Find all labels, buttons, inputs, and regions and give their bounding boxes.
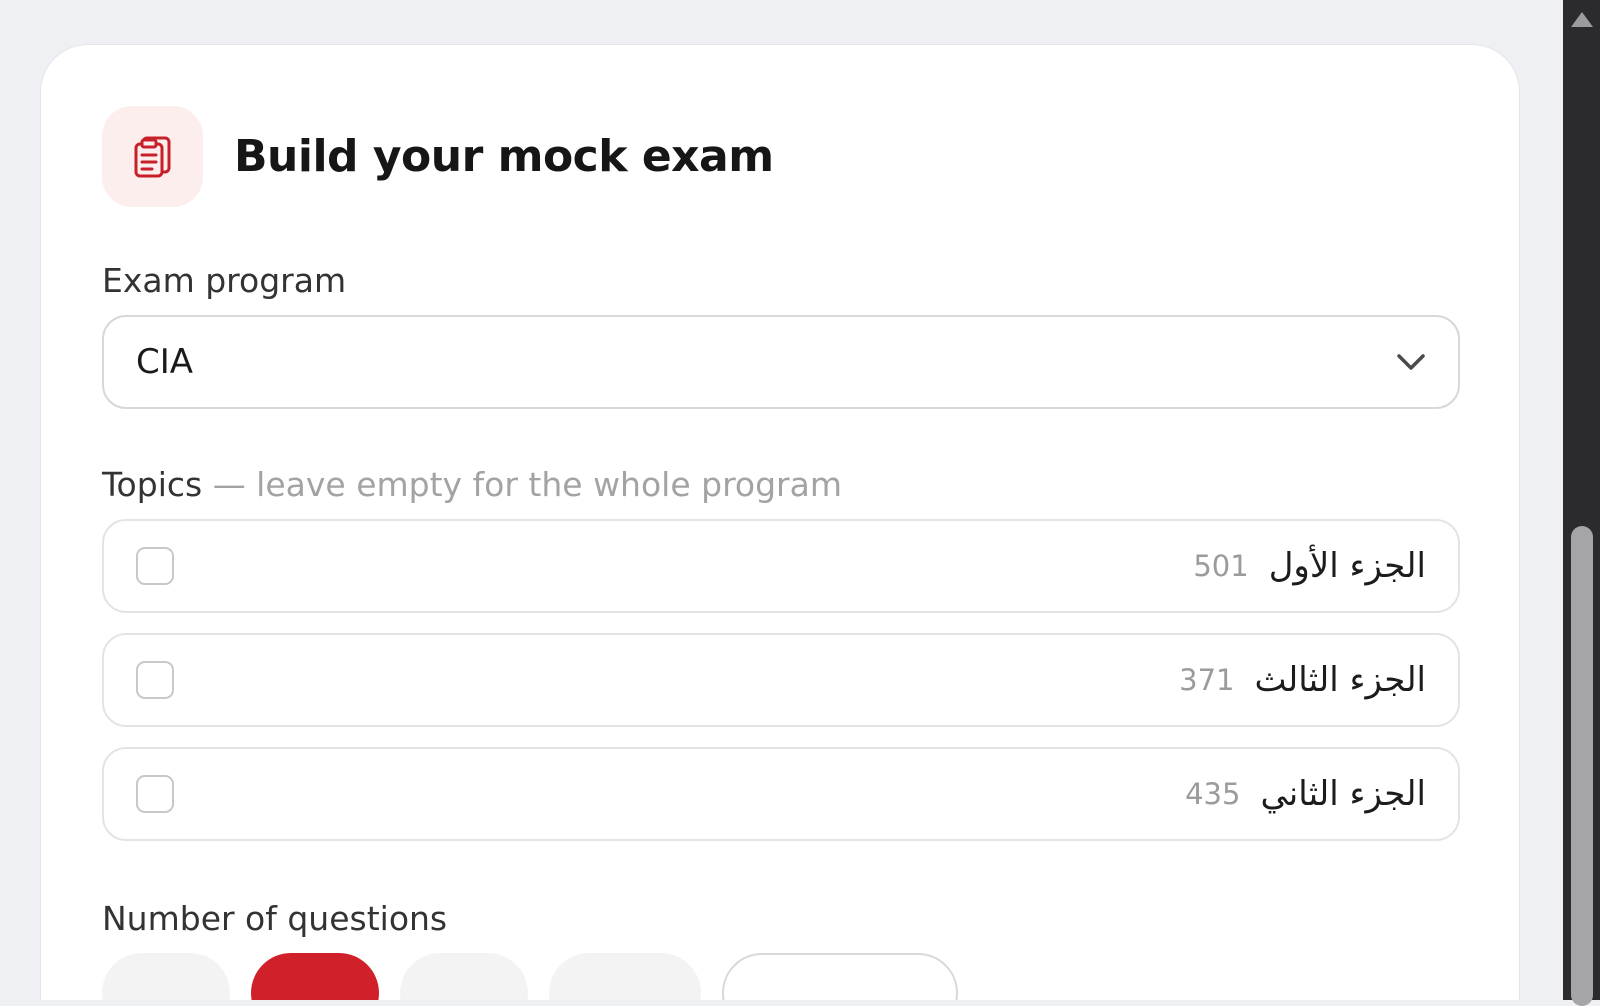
scroll-up-arrow-icon[interactable] — [1571, 12, 1593, 27]
mock-exam-card: Build your mock exam Exam program CIA To… — [40, 44, 1520, 1000]
page-title: Build your mock exam — [234, 131, 774, 182]
topic-option[interactable]: الجزء الثالث 371 — [102, 633, 1460, 727]
topic-info: الجزء الثالث 371 — [1179, 660, 1426, 700]
topic-name: الجزء الثاني — [1260, 774, 1426, 814]
topic-checkbox[interactable] — [136, 547, 174, 585]
vertical-scrollbar[interactable] — [1563, 0, 1600, 1006]
topic-option[interactable]: الجزء الأول 501 — [102, 519, 1460, 613]
question-count-option-selected[interactable] — [251, 953, 379, 1000]
exam-program-select[interactable]: CIA — [102, 315, 1460, 409]
topics-label-text: Topics — [102, 465, 203, 504]
question-count-label: Number of questions — [102, 899, 448, 938]
card-header: Build your mock exam — [102, 106, 774, 207]
topic-name: الجزء الأول — [1268, 546, 1426, 586]
header-icon-badge — [102, 106, 203, 207]
question-count-option[interactable] — [102, 953, 230, 1000]
topic-option[interactable]: الجزء الثاني 435 — [102, 747, 1460, 841]
page-viewport: Build your mock exam Exam program CIA To… — [0, 0, 1563, 1000]
question-count-option[interactable] — [549, 953, 701, 1000]
topic-info: الجزء الأول 501 — [1193, 546, 1426, 586]
clipboard-icon — [134, 136, 170, 177]
topic-question-count: 371 — [1179, 663, 1235, 697]
topic-name: الجزء الثالث — [1254, 660, 1426, 700]
topic-info: الجزء الثاني 435 — [1185, 774, 1426, 814]
question-count-option[interactable] — [400, 953, 528, 1000]
topic-checkbox[interactable] — [136, 661, 174, 699]
topics-hint: — leave empty for the whole program — [202, 465, 842, 504]
exam-program-value: CIA — [136, 342, 194, 382]
topic-checkbox[interactable] — [136, 775, 174, 813]
topic-question-count: 435 — [1185, 777, 1241, 811]
topics-label: Topics — leave empty for the whole progr… — [102, 465, 842, 504]
topic-question-count: 501 — [1193, 549, 1249, 583]
exam-program-label: Exam program — [102, 261, 347, 300]
chevron-down-icon — [1397, 354, 1425, 370]
scrollbar-thumb[interactable] — [1571, 526, 1593, 1006]
custom-question-count-input[interactable] — [722, 953, 958, 1000]
